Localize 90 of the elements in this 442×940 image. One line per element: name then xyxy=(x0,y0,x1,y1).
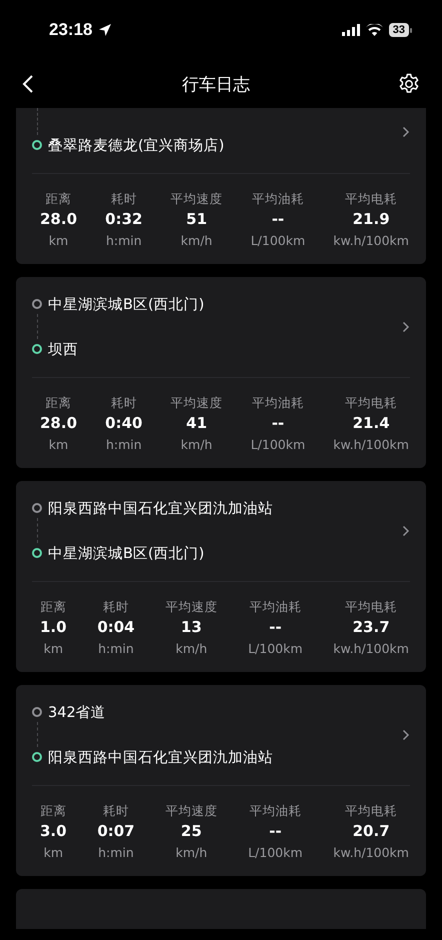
start-location: 342省道 xyxy=(48,704,106,722)
start-location: 中星湖滨城B区(西北门) xyxy=(48,296,204,314)
trip-card[interactable]: 中星湖滨城B区(西北门) 坝西 距离 28.0 km 耗时 0:40 h:min 平均速度 41 km/h 平均油耗 -- L/100km 平均电耗 21.4 kw.h/100km xyxy=(16,277,426,468)
stat-unit: h:min xyxy=(106,436,142,454)
stat-value: 23.7 xyxy=(352,617,390,638)
start-point-icon xyxy=(32,707,42,717)
stat-label: 距离 xyxy=(40,598,66,616)
stat-unit: kw.h/100km xyxy=(333,436,409,454)
start-location: 阳泉西路中国石化宜兴团氿加油站 xyxy=(48,500,273,518)
stat-value: 28.0 xyxy=(40,209,78,230)
back-icon[interactable] xyxy=(22,74,34,94)
stat-value: -- xyxy=(269,821,282,842)
stat-label: 耗时 xyxy=(102,802,129,820)
end-point-icon xyxy=(32,752,42,762)
stat-value: 51 xyxy=(186,209,208,230)
stat-label: 平均油耗 xyxy=(252,190,304,208)
stat-unit: km/h xyxy=(180,232,212,250)
stat-label: 平均油耗 xyxy=(252,394,304,412)
stat-unit: km xyxy=(48,436,68,454)
stat-label: 平均电耗 xyxy=(345,394,398,412)
stat-unit: h:min xyxy=(98,640,134,658)
stat-label: 平均油耗 xyxy=(249,802,302,820)
location-arrow-icon xyxy=(98,23,112,37)
stat-label: 耗时 xyxy=(102,598,129,616)
stat-value: 41 xyxy=(186,413,208,434)
stat-label: 距离 xyxy=(46,394,72,412)
stat-label: 平均油耗 xyxy=(249,598,302,616)
stat-unit: km/h xyxy=(180,436,212,454)
stat-unit: km/h xyxy=(176,640,208,658)
stat-unit: km xyxy=(48,232,68,250)
stat-label: 平均速度 xyxy=(165,598,218,616)
chevron-right-icon xyxy=(402,524,410,536)
stat-unit: L/100km xyxy=(250,436,306,454)
end-point-icon xyxy=(32,140,42,150)
end-location: 坝西 xyxy=(48,340,78,358)
stat-unit: kw.h/100km xyxy=(333,844,409,862)
end-point-icon xyxy=(32,344,42,354)
stat-unit: h:min xyxy=(106,232,142,250)
stat-unit: kw.h/100km xyxy=(333,640,409,658)
battery-icon: 33 xyxy=(388,23,412,37)
trip-card[interactable]: 阳泉西路中国石化宜兴团氿加油站 中星湖滨城B区(西北门) 距离 1.0 km 耗时 0:04 h:min 平均速度 13 km/h 平均油耗 -- L/100km 平均电耗 23.7 kw.h/100km xyxy=(16,481,426,672)
stat-label: 距离 xyxy=(46,190,72,208)
stat-label: 距离 xyxy=(40,802,66,820)
stat-unit: km/h xyxy=(176,844,208,862)
signal-icon xyxy=(342,24,360,36)
stat-label: 平均电耗 xyxy=(345,802,398,820)
stat-label: 平均电耗 xyxy=(345,598,398,616)
stat-value: 0:32 xyxy=(105,209,142,230)
stat-value: 0:04 xyxy=(97,617,135,638)
chevron-right-icon xyxy=(402,728,410,740)
stat-unit: h:min xyxy=(98,844,134,862)
stat-value: 25 xyxy=(180,821,202,842)
stat-value: 28.0 xyxy=(40,413,78,434)
end-location: 中星湖滨城B区(西北门) xyxy=(48,544,204,562)
chevron-right-icon xyxy=(402,320,410,332)
wifi-icon xyxy=(366,24,383,36)
stat-value: 3.0 xyxy=(40,821,67,842)
settings-icon[interactable] xyxy=(398,73,420,95)
stat-label: 平均速度 xyxy=(170,394,223,412)
stat-value: 0:40 xyxy=(105,413,142,434)
stat-value: 21.9 xyxy=(352,209,390,230)
stat-value: 0:07 xyxy=(97,821,135,842)
chevron-right-icon xyxy=(402,126,410,138)
end-location: 叠翠路麦德龙(宜兴商场店) xyxy=(48,136,224,154)
stat-unit: km xyxy=(44,640,63,658)
stat-unit: L/100km xyxy=(248,844,303,862)
stat-label: 平均电耗 xyxy=(345,190,398,208)
end-location: 阳泉西路中国石化宜兴团氿加油站 xyxy=(48,748,273,766)
stat-value: 21.4 xyxy=(352,413,390,434)
stat-value: 13 xyxy=(180,617,202,638)
stat-value: -- xyxy=(269,617,282,638)
start-point-icon xyxy=(32,503,42,513)
stat-label: 耗时 xyxy=(110,394,137,412)
stat-label: 平均速度 xyxy=(165,802,218,820)
trip-card[interactable]: 342省道 阳泉西路中国石化宜兴团氿加油站 距离 3.0 km 耗时 0:07 h:min 平均速度 25 km/h 平均油耗 -- L/100km 平均电耗 20.7 kw.h/100km xyxy=(16,685,426,876)
stat-unit: L/100km xyxy=(248,640,303,658)
stat-label: 平均速度 xyxy=(170,190,223,208)
stat-value: -- xyxy=(272,209,284,230)
stat-unit: kw.h/100km xyxy=(333,232,409,250)
stat-value: 20.7 xyxy=(352,821,390,842)
stat-label: 耗时 xyxy=(110,190,137,208)
stat-value: -- xyxy=(272,413,284,434)
stat-unit: L/100km xyxy=(250,232,306,250)
trip-card[interactable]: 叠翠路麦德龙(宜兴商场店) 距离 28.0 km 耗时 0:32 h:min 平均速度 51 km/h 平均油耗 -- L/100km 平均电耗 21.9 kw.h/100km xyxy=(16,108,426,264)
clock-time: 23:18 xyxy=(49,20,92,40)
stat-unit: km xyxy=(44,844,63,862)
stat-value: 1.0 xyxy=(40,617,67,638)
page-title: 行车日志 xyxy=(182,74,250,96)
start-point-icon xyxy=(32,299,42,309)
end-point-icon xyxy=(32,548,42,558)
